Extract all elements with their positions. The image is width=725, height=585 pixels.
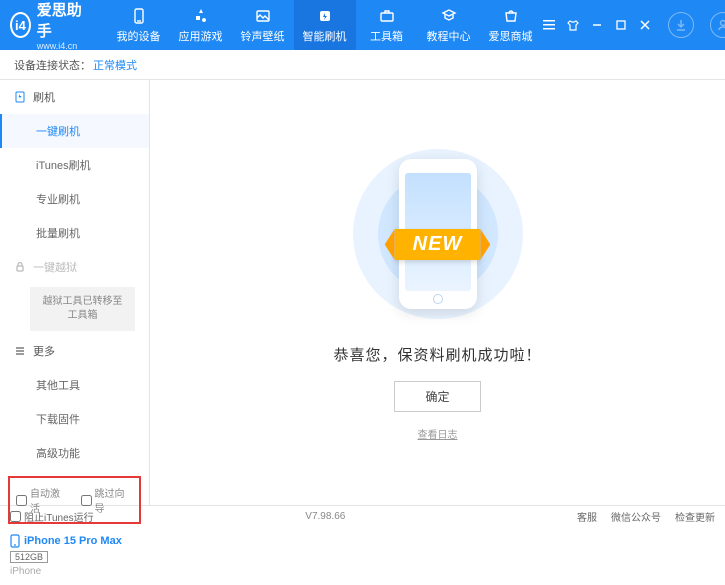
status-bar: 设备连接状态： 正常模式 bbox=[0, 50, 725, 80]
nav-ringtones[interactable]: 铃声壁纸 bbox=[232, 0, 294, 50]
status-value: 正常模式 bbox=[93, 57, 137, 73]
user-button[interactable] bbox=[710, 12, 725, 38]
window-controls bbox=[542, 12, 725, 38]
titlebar: i4 爱思助手 www.i4.cn 我的设备 应用游戏 铃声壁纸 智能刷机 工具… bbox=[0, 0, 725, 50]
sidebar-batch-flash[interactable]: 批量刷机 bbox=[0, 216, 149, 250]
phone-icon bbox=[10, 534, 20, 548]
maximize-icon[interactable] bbox=[614, 18, 628, 32]
footer-wechat[interactable]: 微信公众号 bbox=[611, 509, 661, 524]
view-log-link[interactable]: 查看日志 bbox=[418, 426, 458, 441]
success-message: 恭喜您，保资料刷机成功啦！ bbox=[333, 344, 541, 365]
nav-apps[interactable]: 应用游戏 bbox=[170, 0, 232, 50]
footer-update[interactable]: 检查更新 bbox=[675, 509, 715, 524]
sidebar-itunes-flash[interactable]: iTunes刷机 bbox=[0, 148, 149, 182]
sidebar-oneclick-flash[interactable]: 一键刷机 bbox=[0, 114, 149, 148]
app-url: www.i4.cn bbox=[37, 41, 83, 51]
menu-icon[interactable] bbox=[542, 18, 556, 32]
skin-icon[interactable] bbox=[566, 18, 580, 32]
status-label: 设备连接状态： bbox=[14, 57, 91, 73]
close-icon[interactable] bbox=[638, 18, 652, 32]
success-illustration: NEW bbox=[328, 144, 548, 324]
sidebar-advanced[interactable]: 高级功能 bbox=[0, 436, 149, 470]
logo-icon: i4 bbox=[10, 12, 31, 38]
apps-icon bbox=[192, 7, 210, 25]
flash-group-icon bbox=[14, 91, 26, 103]
nav-tutorials[interactable]: 教程中心 bbox=[418, 0, 480, 50]
nav-toolbox[interactable]: 工具箱 bbox=[356, 0, 418, 50]
sidebar-group-more[interactable]: 更多 bbox=[0, 334, 149, 368]
flash-icon bbox=[316, 7, 334, 25]
device-icon bbox=[130, 7, 148, 25]
minimize-icon[interactable] bbox=[590, 18, 604, 32]
device-info: iPhone 15 Pro Max 512GB iPhone bbox=[0, 530, 149, 585]
wallpaper-icon bbox=[254, 7, 272, 25]
ok-button[interactable]: 确定 bbox=[394, 381, 480, 412]
toolbox-icon bbox=[378, 7, 396, 25]
app-name: 爱思助手 bbox=[37, 0, 83, 41]
footer-support[interactable]: 客服 bbox=[577, 509, 597, 524]
sidebar-group-jailbreak: 一键越狱 bbox=[0, 250, 149, 284]
nav-shop[interactable]: 爱思商城 bbox=[480, 0, 542, 50]
nav-my-device[interactable]: 我的设备 bbox=[108, 0, 170, 50]
download-button[interactable] bbox=[668, 12, 694, 38]
sidebar-download-fw[interactable]: 下载固件 bbox=[0, 402, 149, 436]
lock-icon bbox=[14, 261, 26, 273]
sidebar-other-tools[interactable]: 其他工具 bbox=[0, 368, 149, 402]
sidebar-pro-flash[interactable]: 专业刷机 bbox=[0, 182, 149, 216]
version-label: V7.98.66 bbox=[305, 511, 345, 522]
jailbreak-note: 越狱工具已转移至工具箱 bbox=[30, 287, 135, 331]
main-nav: 我的设备 应用游戏 铃声壁纸 智能刷机 工具箱 教程中心 爱思商城 bbox=[108, 0, 542, 50]
device-storage: 512GB bbox=[10, 551, 48, 563]
block-itunes-checkbox[interactable]: 阻止iTunes运行 bbox=[10, 509, 94, 524]
app-logo: i4 爱思助手 www.i4.cn bbox=[10, 0, 83, 51]
main-panel: NEW 恭喜您，保资料刷机成功啦！ 确定 查看日志 bbox=[150, 80, 725, 505]
tutorial-icon bbox=[440, 7, 458, 25]
sidebar-group-flash[interactable]: 刷机 bbox=[0, 80, 149, 114]
new-ribbon: NEW bbox=[395, 229, 481, 260]
nav-flash[interactable]: 智能刷机 bbox=[294, 0, 356, 50]
device-name[interactable]: iPhone 15 Pro Max bbox=[10, 534, 139, 548]
more-icon bbox=[14, 345, 26, 357]
shop-icon bbox=[502, 7, 520, 25]
device-type: iPhone bbox=[10, 566, 139, 577]
sidebar: 刷机 一键刷机 iTunes刷机 专业刷机 批量刷机 一键越狱 越狱工具已转移至… bbox=[0, 80, 150, 505]
